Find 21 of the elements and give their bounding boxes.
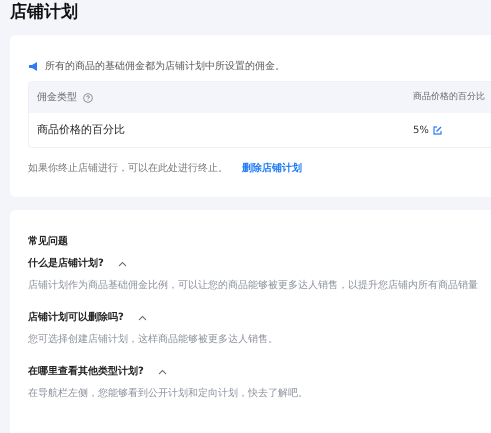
help-icon[interactable]	[83, 92, 93, 102]
edit-icon[interactable]	[432, 126, 442, 134]
column-header: 商品价格的百分比	[413, 90, 485, 104]
chevron-up-icon	[158, 368, 167, 374]
page-title: 店铺计划	[10, 1, 78, 23]
chevron-up-icon	[118, 260, 127, 266]
table-cell-text: 商品价格的百分比	[37, 122, 125, 138]
footer-text: 如果你终止店铺进行，可以在此处进行终止。	[28, 162, 228, 176]
faq-question[interactable]: 店铺计划可以删除吗?	[28, 310, 147, 325]
megaphone-icon	[28, 62, 39, 70]
table-cell-text: 5%	[413, 124, 429, 138]
notice-text: 所有的商品的基础佣金都为店铺计划中所设置的佣金。	[45, 60, 285, 74]
faq-answer: 在导航栏左侧，您能够看到公开计划和定向计划，快去了解吧。	[28, 386, 308, 401]
faq-answer: 您可选择创建店铺计划，这样商品能够被更多达人销售。	[28, 332, 278, 347]
faq-heading: 常见问题	[28, 234, 68, 249]
chevron-up-icon	[138, 314, 147, 320]
faq-question[interactable]: 什么是店铺计划?	[28, 256, 127, 271]
faq-answer: 店铺计划作为商品基础佣金比例，可以让您的商品能够被更多达人销售，以提升您店铺内所有商品销量	[28, 278, 478, 293]
column-header: 佣金类型	[37, 90, 77, 105]
faq-question[interactable]: 在哪里查看其他类型计划?	[28, 364, 167, 379]
delete-plan-link[interactable]: 删除店铺计划	[242, 161, 302, 176]
